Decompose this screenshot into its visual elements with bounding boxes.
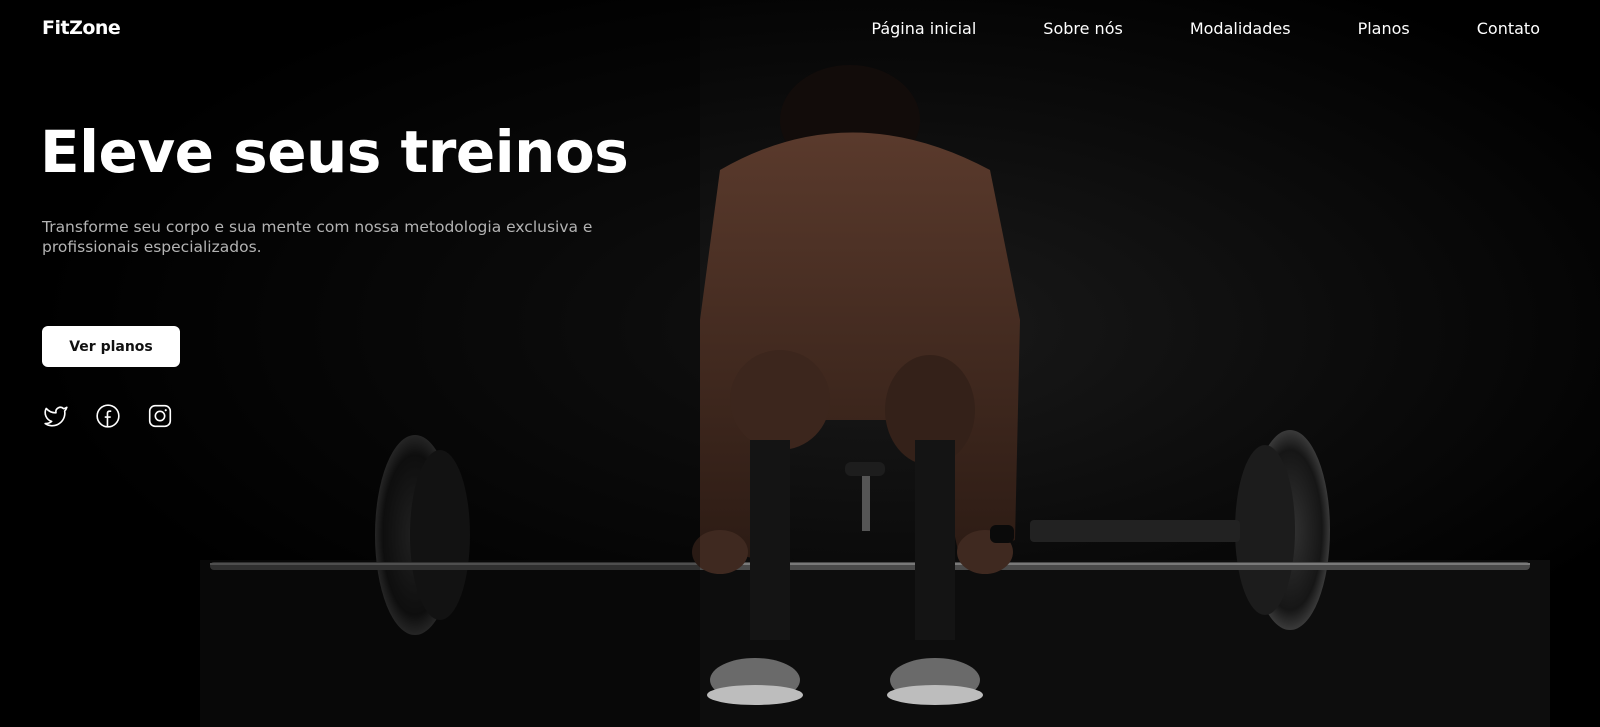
nav-item-contato[interactable]: Contato [1477, 19, 1540, 38]
main-nav: Página inicial Sobre nós Modalidades Pla… [871, 19, 1540, 38]
hero-title: Eleve seus treinos [40, 118, 629, 186]
twitter-icon[interactable] [42, 402, 70, 430]
ver-planos-button[interactable]: Ver planos [42, 326, 180, 367]
nav-item-pagina-inicial[interactable]: Página inicial [871, 19, 976, 38]
nav-item-sobre-nos[interactable]: Sobre nós [1043, 19, 1123, 38]
hero-background-image [0, 0, 1600, 727]
brand-logo[interactable]: FitZone [42, 17, 121, 39]
nav-item-planos[interactable]: Planos [1358, 19, 1410, 38]
instagram-icon[interactable] [146, 402, 174, 430]
nav-item-modalidades[interactable]: Modalidades [1190, 19, 1291, 38]
hero-subtitle: Transforme seu corpo e sua mente com nos… [42, 218, 593, 256]
facebook-icon[interactable] [94, 402, 122, 430]
social-links [42, 402, 198, 430]
hero-section: FitZone Página inicial Sobre nós Modalid… [0, 0, 1600, 727]
